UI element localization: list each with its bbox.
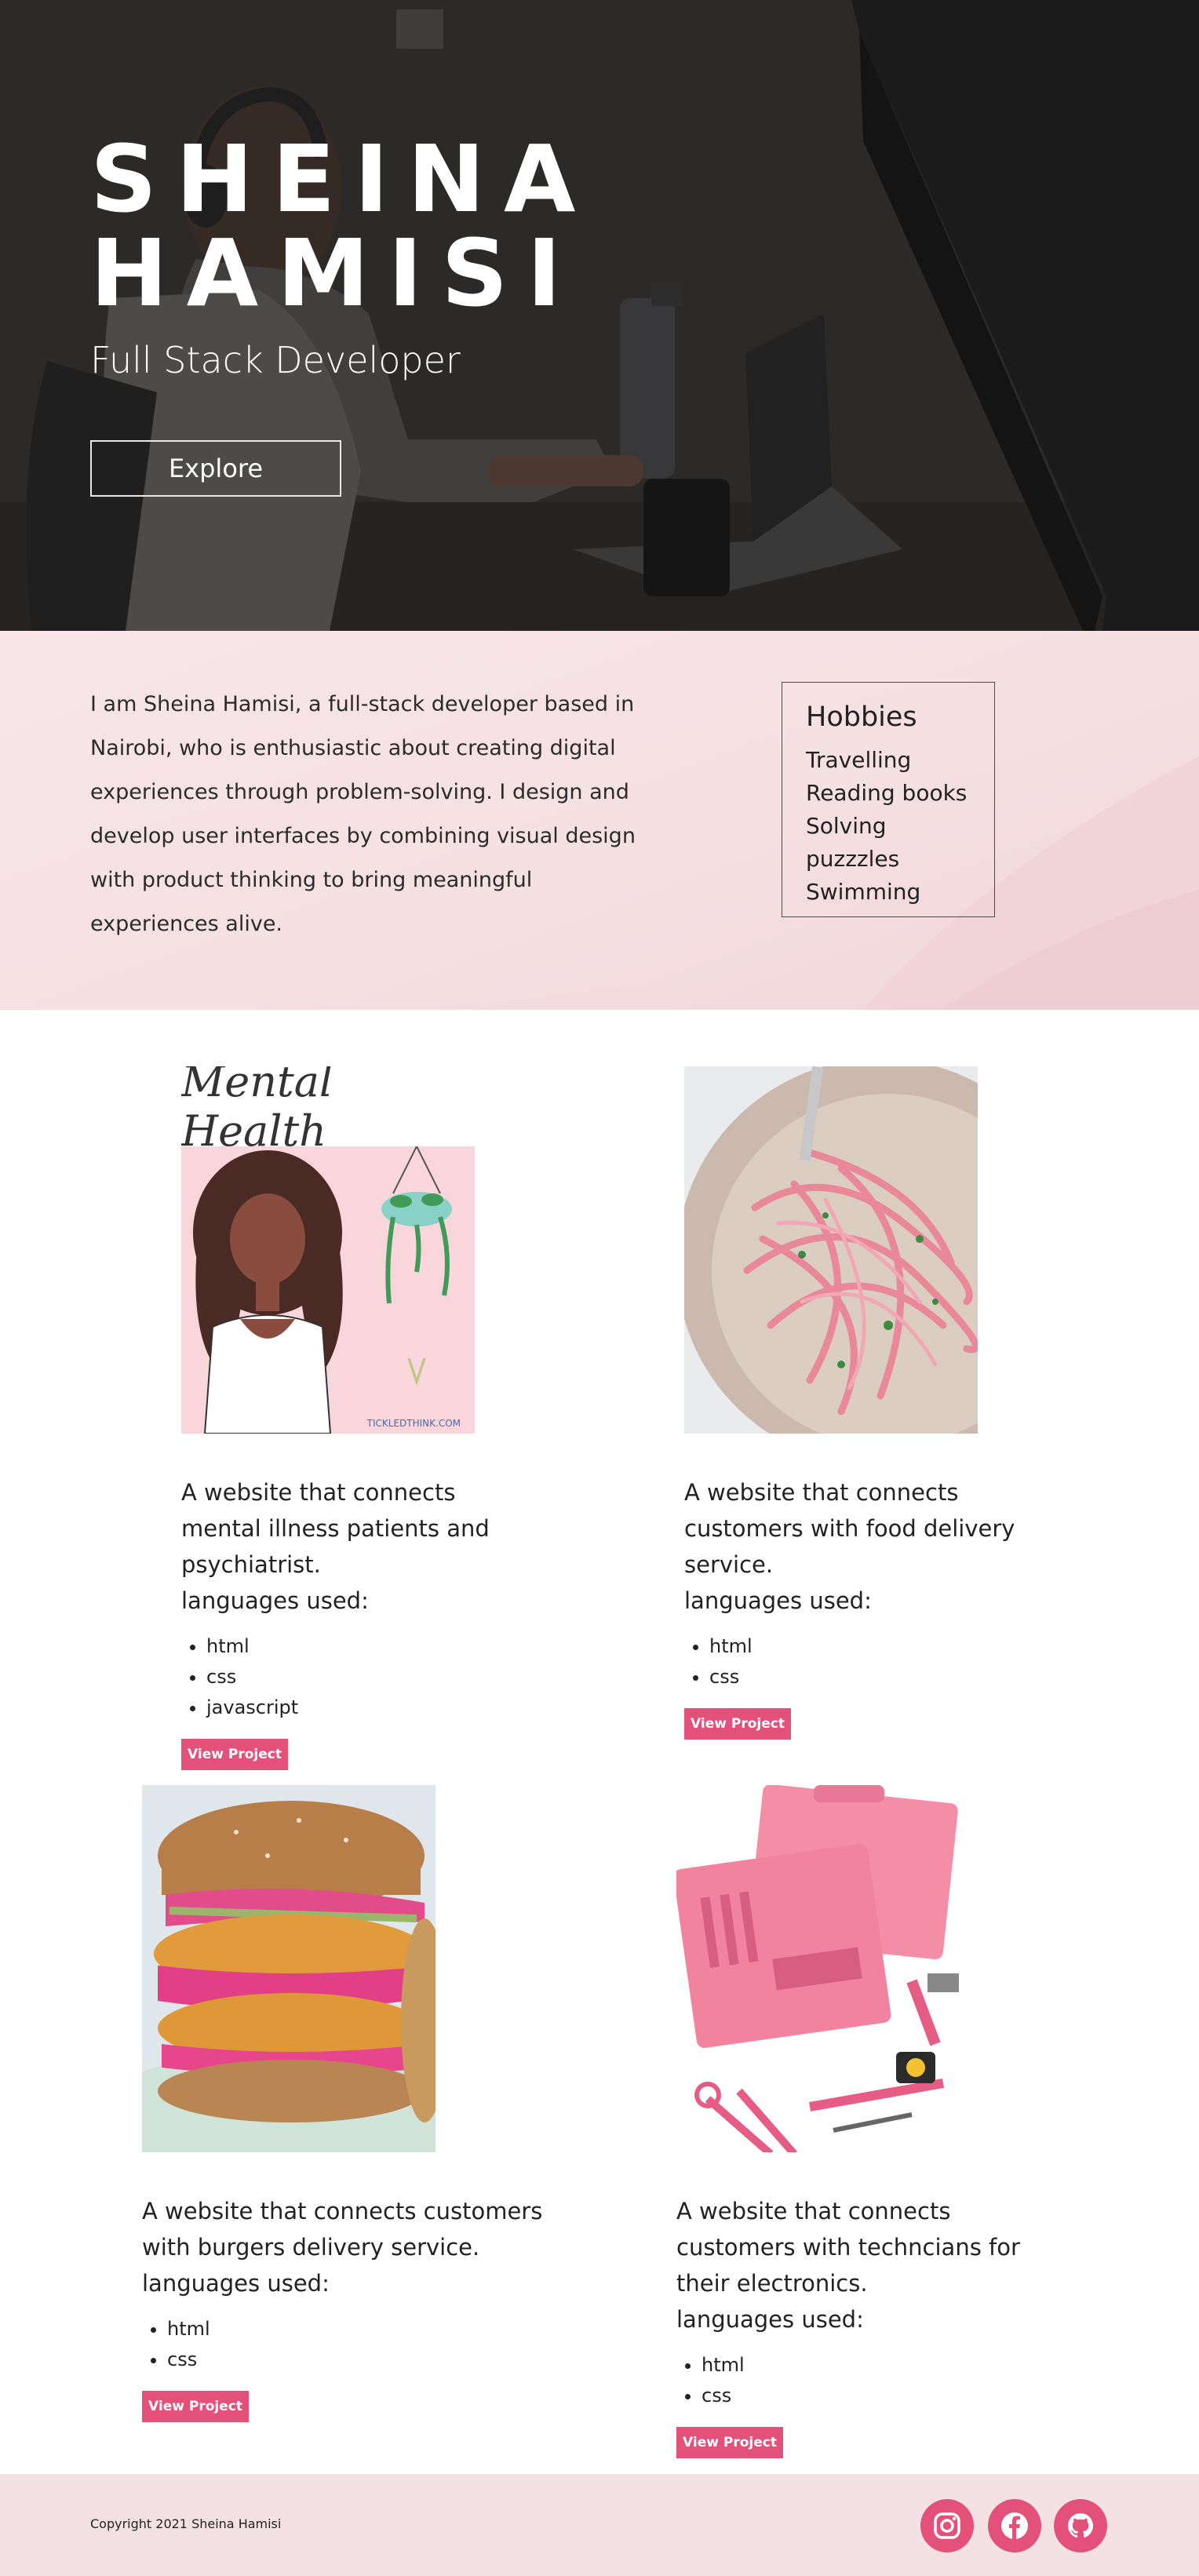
hero-name-last: HAMISI: [90, 219, 581, 327]
languages-list: html css javascript: [181, 1631, 527, 1723]
copyright-text: Copyright 2021 Sheina Hamisi: [90, 2516, 282, 2531]
project-image-mental-health: Mental Health TICKLEDTHINK.COM: [181, 1066, 475, 1434]
image-caption: Mental Health: [181, 1066, 333, 1156]
language-item: html: [206, 1631, 527, 1662]
hobbies-box: Hobbies Travelling Reading books Solving…: [782, 682, 995, 917]
project-description: A website that connects customers with f…: [684, 1479, 1015, 1578]
project-image-food-delivery: [684, 1066, 978, 1434]
languages-list: html css: [142, 2314, 558, 2375]
project-card-mental-health: Mental Health TICKLEDTHINK.COM A website…: [181, 1066, 527, 1770]
view-project-button[interactable]: View Project: [676, 2427, 783, 2458]
hobbies-title: Hobbies: [806, 701, 917, 733]
view-project-button[interactable]: View Project: [684, 1708, 791, 1740]
language-item: css: [702, 2381, 1069, 2411]
about-section: I am Sheina Hamisi, a full-stack develop…: [0, 631, 1199, 1010]
project-description: A website that connects mental illness p…: [181, 1479, 490, 1578]
hero-section: SHEINA HAMISI Full Stack Developer Explo…: [0, 0, 1199, 631]
language-item: css: [167, 2345, 558, 2375]
hobby-item: Swimming: [806, 879, 921, 905]
language-item: css: [206, 1662, 527, 1692]
project-description: A website that connects customers with b…: [142, 2198, 543, 2261]
hero-title: SHEINA HAMISI: [90, 132, 594, 320]
languages-label: languages used:: [676, 2306, 864, 2333]
project-card-food-delivery: A website that connects customers with f…: [684, 1066, 1053, 1740]
project-card-burgers: A website that connects customers with b…: [142, 1785, 558, 2422]
instagram-icon: [934, 2512, 960, 2539]
languages-label: languages used:: [142, 2270, 330, 2297]
project-description: A website that connects customers with t…: [676, 2198, 1020, 2297]
instagram-link[interactable]: [920, 2499, 974, 2552]
hobbies-list: Travelling Reading books Solving puzzzle…: [806, 744, 971, 909]
languages-label: languages used:: [181, 1587, 369, 1614]
languages-list: html css: [676, 2350, 1069, 2411]
language-item: html: [167, 2314, 558, 2345]
facebook-icon: [1001, 2512, 1028, 2539]
facebook-link[interactable]: [988, 2499, 1041, 2552]
language-item: html: [702, 2350, 1069, 2381]
project-image-technicians: [676, 1785, 970, 2152]
footer: Copyright 2021 Sheina Hamisi: [0, 2474, 1199, 2576]
explore-button[interactable]: Explore: [90, 440, 341, 497]
github-icon: [1068, 2513, 1093, 2538]
language-item: html: [709, 1631, 1053, 1662]
image-watermark: TICKLEDTHINK.COM: [366, 1418, 461, 1429]
hobby-item: Reading books: [806, 780, 968, 806]
view-project-button[interactable]: View Project: [181, 1739, 288, 1770]
language-item: javascript: [206, 1692, 527, 1723]
project-image-burgers: [142, 1785, 436, 2152]
language-item: css: [709, 1662, 1053, 1692]
languages-label: languages used:: [684, 1587, 872, 1614]
mental-health-illustration: [181, 1146, 475, 1434]
github-link[interactable]: [1054, 2499, 1107, 2552]
hobby-item: Solving puzzzles: [806, 813, 900, 872]
hero-subtitle: Full Stack Developer: [90, 339, 461, 381]
languages-list: html css: [684, 1631, 1053, 1692]
hobby-item: Travelling: [806, 747, 912, 773]
project-card-technicians: A website that connects customers with t…: [676, 1785, 1069, 2458]
about-bio: I am Sheina Hamisi, a full-stack develop…: [90, 692, 636, 936]
view-project-button[interactable]: View Project: [142, 2391, 249, 2422]
hero-name-first: SHEINA: [90, 125, 595, 233]
